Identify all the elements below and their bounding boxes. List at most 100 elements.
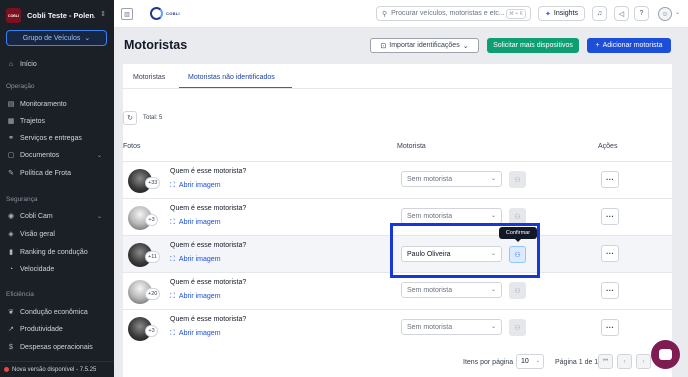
import-identifications-button[interactable]: ⊡ Importar identificações ⌄ xyxy=(370,38,479,53)
search-placeholder: Procurar veículos, motoristas e etc... xyxy=(391,10,505,17)
driver-select[interactable]: Sem motorista ⌄ xyxy=(401,171,502,187)
total-count: Total: 5 xyxy=(143,115,163,121)
org-logo: COBLI xyxy=(6,8,21,23)
add-driver-button[interactable]: + Adicionar motorista xyxy=(587,38,671,53)
confirm-user-icon[interactable]: ⚇ xyxy=(509,171,526,188)
chevron-down-icon: ⌄ xyxy=(490,213,496,219)
sidebar-item-label: Documentos xyxy=(20,151,60,159)
next-page-icon[interactable]: › xyxy=(636,354,651,369)
megaphone-icon[interactable]: ◁ xyxy=(614,6,629,21)
import-label: Importar identificações xyxy=(389,42,460,49)
confirm-user-icon[interactable]: ⚇ xyxy=(509,319,526,336)
vehicle-group-button[interactable]: Grupo de Veículos ⌄ xyxy=(6,30,107,46)
org-switcher[interactable]: COBLI Cobli Teste - Polen... ⇕ xyxy=(6,6,110,25)
wrench-icon: ✎ xyxy=(8,170,14,177)
page-size-select[interactable]: 10 ⌄ xyxy=(516,354,544,369)
sidebar-item-label: Serviços e entregas xyxy=(20,134,82,142)
chevron-down-icon[interactable]: ⌄ xyxy=(675,9,680,16)
tab-motoristas[interactable]: Motoristas xyxy=(133,74,165,81)
chevron-down-icon: ⌄ xyxy=(490,324,496,330)
sidebar-item-trajetos[interactable]: ▦ Trajetos xyxy=(6,114,108,128)
sidebar-item-visao-geral[interactable]: ◈ Visão geral xyxy=(6,227,108,241)
photo-count-badge: +20 xyxy=(145,288,161,300)
sidebar-item-documentos[interactable]: ▢ Documentos ⌄ xyxy=(6,148,108,162)
user-avatar[interactable]: ☺ xyxy=(658,7,672,21)
leaf-icon: ❦ xyxy=(8,309,14,316)
expand-icon: ⛶ xyxy=(170,219,175,226)
column-header-photos: Fotos xyxy=(123,143,141,150)
photo-count-badge: +33 xyxy=(145,177,161,189)
page-size-value: 10 xyxy=(521,358,529,365)
prev-page-icon[interactable]: ‹ xyxy=(617,354,632,369)
driver-select[interactable]: Sem motorista ⌄ xyxy=(401,282,502,298)
sidebar-item-label: Condução econômica xyxy=(20,308,88,316)
open-image-link[interactable]: ⛶ Abrir imagem xyxy=(170,219,221,227)
photo-count-badge: +11 xyxy=(145,251,160,263)
speedometer-icon: ◔ xyxy=(8,265,14,273)
sidebar-item-cobli-cam[interactable]: ◉ Cobli Cam ⌄ xyxy=(6,209,108,223)
sparkle-icon: ✦ xyxy=(545,10,551,18)
refresh-icon[interactable]: ↻ xyxy=(123,111,137,125)
driver-question: Quem é esse motorista? xyxy=(170,168,247,175)
vehicle-group-label: Grupo de Veículos xyxy=(22,34,81,42)
first-page-icon[interactable]: ⏮ xyxy=(598,354,613,369)
camera-icon: ◉ xyxy=(7,213,15,220)
driver-select[interactable]: Sem motorista ⌄ xyxy=(401,319,502,335)
more-actions-icon[interactable]: ··· xyxy=(601,171,619,188)
sidebar-item-politica[interactable]: ✎ Política de Frota xyxy=(6,166,108,180)
table-row: +33 Quem é esse motorista? ⛶ Abrir imagem… xyxy=(123,161,672,198)
chat-bubble-icon xyxy=(659,349,672,360)
chevron-down-icon: ⌄ xyxy=(490,287,496,293)
section-seguranca: Segurança xyxy=(6,196,38,203)
confirm-user-icon[interactable]: ⚇ xyxy=(509,282,526,299)
driver-select[interactable]: Sem motorista ⌄ xyxy=(401,208,502,224)
tab-unidentified-drivers[interactable]: Motoristas não identificados xyxy=(188,74,275,81)
new-version-banner[interactable]: Nova versão disponível - 7.5.25 xyxy=(0,361,114,377)
open-image-link[interactable]: ⛶ Abrir imagem xyxy=(170,182,221,190)
collapse-sidebar-icon[interactable]: ▥ xyxy=(121,8,133,20)
driver-select-value: Sem motorista xyxy=(407,175,453,183)
sidebar-item-servicos[interactable]: ⚭ Serviços e entregas xyxy=(6,131,108,145)
sidebar-item-produtividade[interactable]: ↗ Produtividade xyxy=(6,322,108,336)
plus-icon: + xyxy=(595,42,600,49)
chat-icon[interactable] xyxy=(651,340,680,369)
insights-button[interactable]: ✦ Insights xyxy=(538,6,585,21)
more-actions-icon[interactable]: ··· xyxy=(601,319,619,336)
sidebar-item-conducao-economica[interactable]: ❦ Condução econômica xyxy=(6,305,108,319)
driver-select-value: Sem motorista xyxy=(407,323,453,331)
bell-icon[interactable]: ♫ xyxy=(592,6,607,21)
request-devices-button[interactable]: Solicitar mais dispositivos xyxy=(487,38,579,53)
sidebar-item-ranking[interactable]: ▮ Ranking de condução xyxy=(6,245,108,259)
divider xyxy=(123,88,672,89)
more-actions-icon[interactable]: ··· xyxy=(601,245,619,262)
more-actions-icon[interactable]: ··· xyxy=(601,208,619,225)
table-row: +3 Quem é esse motorista? ⛶ Abrir imagem … xyxy=(123,309,672,346)
document-icon: ▢ xyxy=(7,152,15,159)
sidebar-item-despesas[interactable]: $ Despesas operacionais xyxy=(6,340,108,354)
sidebar: COBLI Cobli Teste - Polen... ⇕ Grupo de … xyxy=(0,0,114,377)
sidebar-item-label: Produtividade xyxy=(20,325,63,333)
open-image-link[interactable]: ⛶ Abrir imagem xyxy=(170,330,221,338)
drivers-card: Motoristas Motoristas não identificados … xyxy=(123,64,672,377)
section-operacao: Operação xyxy=(6,83,35,90)
driver-question: Quem é esse motorista? xyxy=(170,205,247,212)
open-image-link[interactable]: ⛶ Abrir imagem xyxy=(170,256,221,264)
more-actions-icon[interactable]: ··· xyxy=(601,282,619,299)
sidebar-item-label: Monitoramento xyxy=(20,100,67,108)
expand-icon: ⛶ xyxy=(170,182,175,189)
open-image-label: Abrir imagem xyxy=(178,330,221,337)
open-image-link[interactable]: ⛶ Abrir imagem xyxy=(170,293,221,301)
confirm-tooltip: Confirmar xyxy=(499,227,537,242)
search-icon: ⚲ xyxy=(382,10,388,18)
page-info: Página 1 de 1 xyxy=(555,359,599,366)
sidebar-item-velocidade[interactable]: ◔ Velocidade xyxy=(6,262,108,276)
driver-question: Quem é esse motorista? xyxy=(170,242,247,249)
add-label: Adicionar motorista xyxy=(602,42,663,49)
chevron-updown-icon: ⇕ xyxy=(100,11,106,18)
sidebar-item-monitoramento[interactable]: ▤ Monitoramento xyxy=(6,97,108,111)
help-icon[interactable]: ? xyxy=(634,6,649,21)
sidebar-item-label: Início xyxy=(20,60,37,68)
search-input[interactable]: ⚲ Procurar veículos, motoristas e etc...… xyxy=(376,6,531,21)
sidebar-item-label: Despesas operacionais xyxy=(20,343,93,351)
sidebar-item-home[interactable]: ⌂ Início xyxy=(6,57,108,71)
